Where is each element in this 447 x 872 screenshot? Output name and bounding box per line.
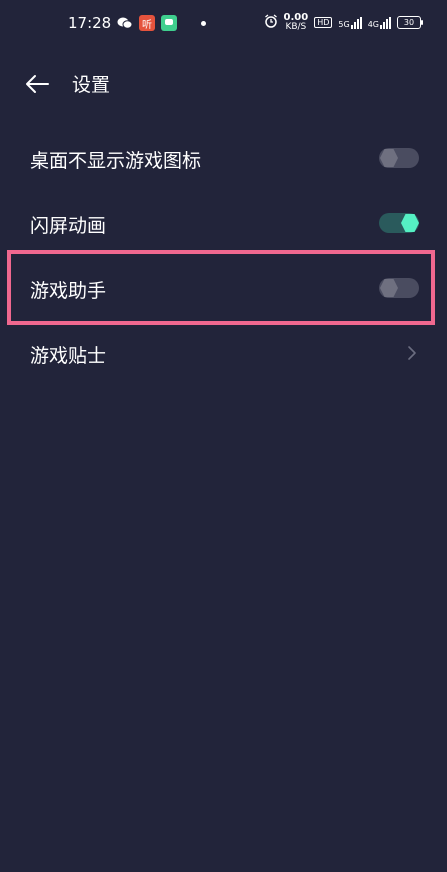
network-speed-unit: KB/S [285, 22, 307, 32]
setting-label: 游戏贴士 [30, 345, 107, 367]
back-arrow-icon[interactable] [24, 72, 50, 96]
signal-bars-icon [350, 16, 362, 29]
splash-animation-toggle[interactable] [379, 213, 419, 233]
more-notifications-dot [201, 20, 206, 26]
wechat-icon [117, 15, 133, 31]
system-icons: 0.00 KB/S HD 5G 4G 30 [264, 13, 423, 32]
page-title: 设置 [72, 74, 111, 96]
setting-label: 闪屏动画 [30, 215, 107, 237]
setting-game-assistant[interactable]: 游戏助手 [0, 256, 447, 322]
setting-splash-animation[interactable]: 闪屏动画 [0, 191, 447, 257]
setting-game-tips[interactable]: 游戏贴士 [0, 321, 447, 387]
hd-badge: HD [314, 17, 333, 28]
signal-5g-label: 5G [338, 19, 350, 29]
message-app-icon [161, 15, 177, 31]
signal-5g: 5G [338, 16, 362, 29]
page-header: 设置 [0, 62, 447, 106]
status-time: 17:28 [68, 14, 112, 32]
hide-game-icon-toggle[interactable] [379, 148, 419, 168]
setting-hide-game-icon[interactable]: 桌面不显示游戏图标 [0, 126, 447, 192]
setting-label: 桌面不显示游戏图标 [30, 150, 202, 172]
signal-4g-label: 4G [367, 19, 379, 29]
alarm-icon [264, 13, 278, 32]
ting-app-icon: 听 [139, 15, 155, 31]
network-speed: 0.00 KB/S [284, 13, 309, 32]
chevron-right-icon [407, 343, 417, 363]
signal-bars-icon [380, 16, 391, 29]
battery-icon: 30 [397, 16, 423, 29]
status-bar: 17:28 听 0.00 KB/S HD 5G 4G 30 [0, 0, 447, 46]
game-assistant-toggle[interactable] [379, 278, 419, 298]
signal-4g: 4G [367, 16, 391, 29]
setting-label: 游戏助手 [30, 280, 107, 302]
notification-icons: 听 [117, 15, 206, 31]
